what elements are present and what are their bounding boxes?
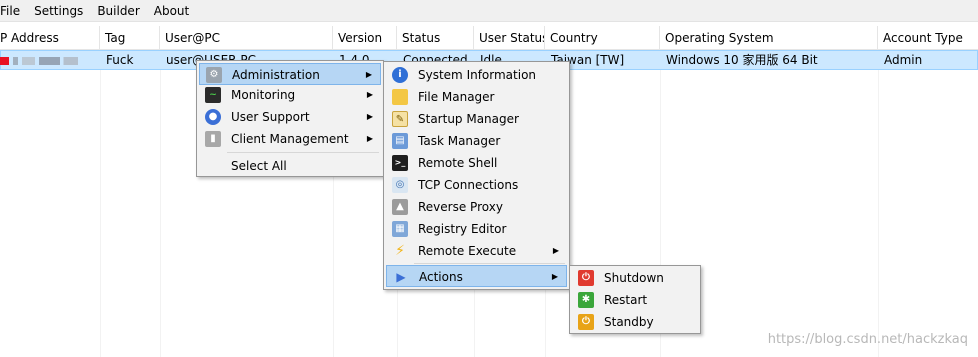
col-user-status[interactable]: User Status xyxy=(474,26,545,50)
gear-icon: ⚙ xyxy=(206,67,222,83)
menu-separator xyxy=(227,152,379,153)
standby-icon: ⏻ xyxy=(578,314,594,330)
registry-icon: ▦ xyxy=(392,221,408,237)
account-type-cell: Admin xyxy=(884,53,923,67)
menu-item-task-manager[interactable]: ▤ Task Manager xyxy=(386,130,567,152)
ip-address-cell xyxy=(0,51,99,69)
submenu-arrow-icon: ▶ xyxy=(366,90,373,99)
client-icon: ▮ xyxy=(205,131,221,147)
menu-item-monitoring[interactable]: ~ Monitoring ▶ xyxy=(199,84,381,106)
actions-submenu: ⏻ Shutdown ✱ Restart ⏻ Standby xyxy=(569,265,701,334)
power-icon: ⏻ xyxy=(578,270,594,286)
submenu-arrow-icon: ▶ xyxy=(366,112,373,121)
play-icon: ▶ xyxy=(396,270,406,284)
col-operating-system[interactable]: Operating System xyxy=(660,26,878,50)
menu-item-file-manager[interactable]: File Manager xyxy=(386,86,567,108)
menu-item-user-support[interactable]: ● User Support ▶ xyxy=(199,106,381,128)
col-ip-address[interactable]: P Address xyxy=(0,26,100,50)
menubar: File Settings Builder About xyxy=(0,0,978,22)
task-icon: ▤ xyxy=(392,133,408,149)
menu-item-client-management[interactable]: ▮ Client Management ▶ xyxy=(199,128,381,150)
menu-item-reverse-proxy[interactable]: ▲ Reverse Proxy xyxy=(386,196,567,218)
administration-submenu: i System Information File Manager ✎ Star… xyxy=(383,61,570,290)
submenu-arrow-icon: ▶ xyxy=(365,70,372,79)
list-header: P Address Tag User@PC Version Status Use… xyxy=(0,26,978,50)
network-icon: ◎ xyxy=(392,177,408,193)
os-cell: Windows 10 家用版 64 Bit xyxy=(666,53,818,67)
menu-about[interactable]: About xyxy=(147,1,196,21)
user-icon: ● xyxy=(205,109,221,125)
col-version[interactable]: Version xyxy=(333,26,397,50)
menu-item-select-all[interactable]: Select All xyxy=(199,155,381,177)
tag-cell: Fuck xyxy=(106,53,134,67)
menu-item-startup-manager[interactable]: ✎ Startup Manager xyxy=(386,108,567,130)
folder-icon xyxy=(392,89,408,105)
menu-item-actions[interactable]: ▶ Actions ▶ xyxy=(386,265,567,287)
monitor-icon: ~ xyxy=(205,87,221,103)
context-menu: ⚙ Administration ▶ ~ Monitoring ▶ ● User… xyxy=(196,60,384,177)
info-icon: i xyxy=(392,67,408,83)
menu-item-system-information[interactable]: i System Information xyxy=(386,64,567,86)
redacted-ip xyxy=(13,56,78,65)
menu-builder[interactable]: Builder xyxy=(90,1,146,21)
submenu-arrow-icon: ▶ xyxy=(366,134,373,143)
menu-item-standby[interactable]: ⏻ Standby xyxy=(572,311,698,333)
submenu-arrow-icon: ▶ xyxy=(552,246,559,255)
menu-item-shutdown[interactable]: ⏻ Shutdown xyxy=(572,267,698,289)
watermark: https://blog.csdn.net/hackzkaq xyxy=(767,332,968,347)
submenu-arrow-icon: ▶ xyxy=(551,272,558,281)
gridline xyxy=(100,50,101,357)
gridline xyxy=(160,50,161,357)
col-user-pc[interactable]: User@PC xyxy=(160,26,333,50)
flag-icon xyxy=(0,56,9,65)
menu-item-restart[interactable]: ✱ Restart xyxy=(572,289,698,311)
gridline xyxy=(878,50,879,357)
menu-file[interactable]: File xyxy=(0,1,27,21)
startup-icon: ✎ xyxy=(392,111,408,127)
menu-item-tcp-connections[interactable]: ◎ TCP Connections xyxy=(386,174,567,196)
col-country[interactable]: Country xyxy=(545,26,660,50)
menu-item-remote-execute[interactable]: ⚡ Remote Execute ▶ xyxy=(386,240,567,262)
col-status[interactable]: Status xyxy=(397,26,474,50)
proxy-icon: ▲ xyxy=(392,199,408,215)
menu-separator xyxy=(414,263,565,264)
menu-item-administration[interactable]: ⚙ Administration ▶ xyxy=(199,63,381,85)
menu-item-registry-editor[interactable]: ▦ Registry Editor xyxy=(386,218,567,240)
lightning-icon: ⚡ xyxy=(395,243,405,259)
terminal-icon: >_ xyxy=(392,155,408,171)
col-tag[interactable]: Tag xyxy=(100,26,160,50)
col-account-type[interactable]: Account Type xyxy=(878,26,978,50)
restart-icon: ✱ xyxy=(578,292,594,308)
menu-settings[interactable]: Settings xyxy=(27,1,90,21)
menu-item-remote-shell[interactable]: >_ Remote Shell xyxy=(386,152,567,174)
